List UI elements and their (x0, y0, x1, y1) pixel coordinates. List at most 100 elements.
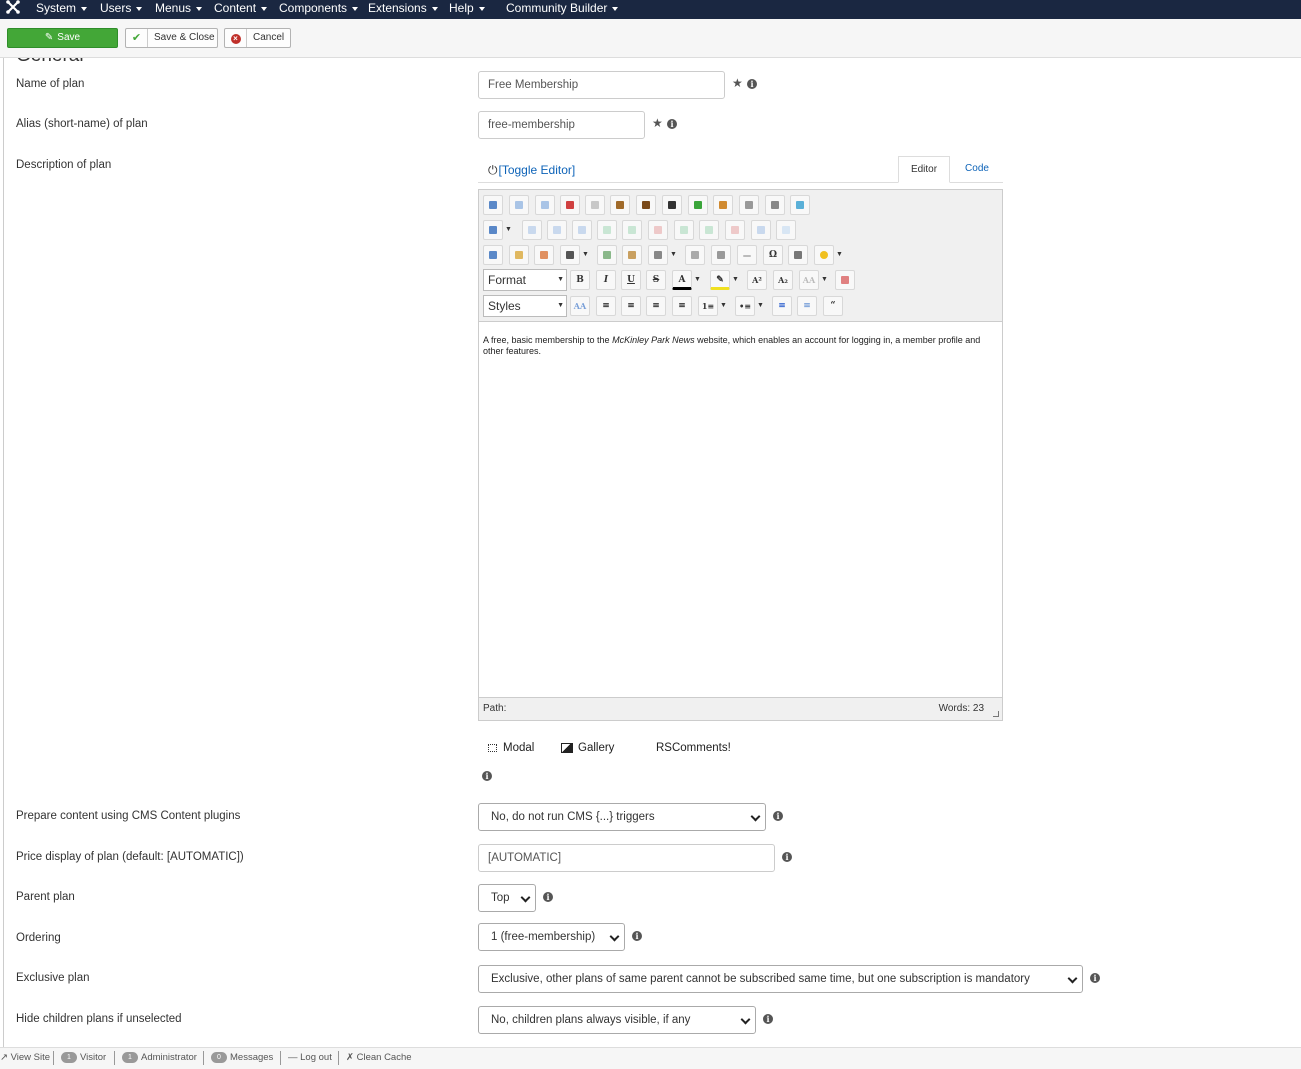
media-icon[interactable] (560, 245, 580, 265)
table-split-cells-icon[interactable] (648, 220, 668, 240)
dropdown-arrow-icon[interactable]: ▼ (504, 220, 513, 240)
view-site-link[interactable]: ↗ View Site (0, 1052, 50, 1063)
administrators-indicator[interactable]: 1 Administrator (122, 1052, 197, 1063)
plan-alias-input[interactable]: free-membership (478, 111, 645, 139)
info-icon[interactable]: i (482, 771, 492, 781)
unlink-icon[interactable] (685, 245, 705, 265)
table-delete-icon[interactable] (776, 220, 796, 240)
outdent-icon[interactable]: ≡ (772, 296, 792, 316)
align-center-icon[interactable]: ≡ (621, 296, 641, 316)
menu-content[interactable]: Content (214, 1, 268, 15)
table-icon[interactable] (483, 220, 503, 240)
dropdown-arrow-icon[interactable]: ▼ (756, 296, 765, 316)
text-style-icon[interactable]: AA (570, 296, 590, 316)
dropdown-arrow-icon[interactable]: ▼ (693, 270, 702, 290)
underline-icon[interactable]: U (621, 270, 641, 290)
bullet-list-icon[interactable]: •≡ (735, 296, 755, 316)
emoticons-icon[interactable] (814, 245, 834, 265)
clean-cache-link[interactable]: ✗ Clean Cache (346, 1052, 412, 1063)
text-color-icon[interactable]: A (672, 270, 692, 290)
plan-name-input[interactable]: Free Membership (478, 71, 725, 99)
horizontal-rule-icon[interactable] (739, 195, 759, 215)
insert-file-icon[interactable] (509, 245, 529, 265)
info-icon[interactable]: i (747, 79, 757, 89)
styles-select[interactable]: Styles ▼ (483, 295, 567, 317)
preview-icon[interactable] (597, 245, 617, 265)
modal-button[interactable]: Modal (488, 742, 534, 754)
remove-file-icon[interactable] (534, 245, 554, 265)
align-justify-icon[interactable]: ≡ (672, 296, 692, 316)
bold-icon[interactable]: B (570, 270, 590, 290)
redo-icon[interactable] (535, 195, 555, 215)
logout-link[interactable]: — Log out (288, 1052, 332, 1063)
messages-indicator[interactable]: 0 Messages (211, 1052, 273, 1063)
blockquote-icon[interactable]: “ (823, 296, 843, 316)
anchor-icon[interactable] (711, 245, 731, 265)
menu-community-builder[interactable]: Community Builder (506, 1, 619, 15)
tab-code[interactable]: Code (958, 156, 996, 183)
info-icon[interactable]: i (1090, 973, 1100, 983)
hr-line-icon[interactable] (737, 245, 757, 265)
indent-icon[interactable]: ≡ (797, 296, 817, 316)
cut-icon[interactable] (560, 195, 580, 215)
align-left-icon[interactable]: ≡ (596, 296, 616, 316)
table-merge-cells-icon[interactable] (751, 220, 771, 240)
align-right-icon[interactable]: ≡ (646, 296, 666, 316)
rscomments-button[interactable]: RSComments! (656, 742, 731, 754)
exclusive-plan-select[interactable]: Exclusive, other plans of same parent ca… (478, 965, 1083, 993)
link-icon[interactable] (648, 245, 668, 265)
tab-editor[interactable]: Editor (898, 156, 950, 183)
table-insert-row-before-icon[interactable] (572, 220, 592, 240)
ordering-select[interactable]: 1 (free-membership) (478, 923, 625, 951)
resize-handle-icon[interactable] (993, 711, 999, 717)
numbered-list-icon[interactable]: 1≡ (698, 296, 718, 316)
info-icon[interactable]: i (632, 931, 642, 941)
dropdown-arrow-icon[interactable]: ▼ (719, 296, 728, 316)
italic-icon[interactable]: I (596, 270, 616, 290)
prepare-content-select[interactable]: No, do not run CMS {...} triggers (478, 803, 766, 831)
copy-icon[interactable] (585, 195, 605, 215)
font-size-icon[interactable]: AA (799, 270, 819, 290)
menu-help[interactable]: Help (449, 1, 485, 15)
menu-extensions[interactable]: Extensions (368, 1, 438, 15)
table-insert-row-after-icon[interactable] (597, 220, 617, 240)
table-insert-col-before-icon[interactable] (674, 220, 694, 240)
strikethrough-icon[interactable]: S (646, 270, 666, 290)
paste-icon[interactable] (610, 195, 630, 215)
table-delete-row-icon[interactable] (622, 220, 642, 240)
info-icon[interactable]: i (763, 1014, 773, 1024)
subscript-icon[interactable]: A₂ (773, 270, 793, 290)
info-icon[interactable]: i (773, 811, 783, 821)
save-close-button[interactable]: ✔ Save & Close (125, 28, 218, 48)
menu-users[interactable]: Users (100, 1, 143, 15)
page-break-icon[interactable] (788, 245, 808, 265)
eraser-icon[interactable] (835, 270, 855, 290)
price-display-input[interactable]: [AUTOMATIC] (478, 844, 775, 872)
superscript-icon[interactable]: A² (747, 270, 767, 290)
table-delete-col-icon[interactable] (725, 220, 745, 240)
dropdown-arrow-icon[interactable]: ▼ (820, 270, 829, 290)
visitors-indicator[interactable]: 1 Visitor (61, 1052, 106, 1063)
dropdown-arrow-icon[interactable]: ▼ (731, 270, 740, 290)
table-cell-props-icon[interactable] (547, 220, 567, 240)
spellcheck-icon[interactable] (688, 195, 708, 215)
clean-icon[interactable] (713, 195, 733, 215)
format-select[interactable]: Format ▼ (483, 269, 567, 291)
highlight-color-icon[interactable]: ✎ (710, 270, 730, 290)
cancel-button[interactable]: × Cancel (224, 28, 291, 48)
fullscreen-icon[interactable] (483, 195, 503, 215)
info-icon[interactable]: i (782, 852, 792, 862)
hide-children-select[interactable]: No, children plans always visible, if an… (478, 1006, 756, 1034)
dropdown-arrow-icon[interactable]: ▼ (669, 245, 678, 265)
info-icon[interactable]: i (543, 892, 553, 902)
toggle-editor-link[interactable]: ⏻[Toggle Editor] (488, 163, 575, 178)
joomla-logo-icon[interactable] (6, 0, 20, 14)
table-row-props-icon[interactable] (522, 220, 542, 240)
save-button[interactable]: ✎ Save (7, 28, 118, 48)
find-icon[interactable] (662, 195, 682, 215)
special-char-icon[interactable]: Ω (763, 245, 783, 265)
editor-content-area[interactable]: A free, basic membership to the McKinley… (483, 335, 993, 357)
menu-system[interactable]: System (36, 1, 88, 15)
menu-components[interactable]: Components (279, 1, 359, 15)
image-icon[interactable] (483, 245, 503, 265)
